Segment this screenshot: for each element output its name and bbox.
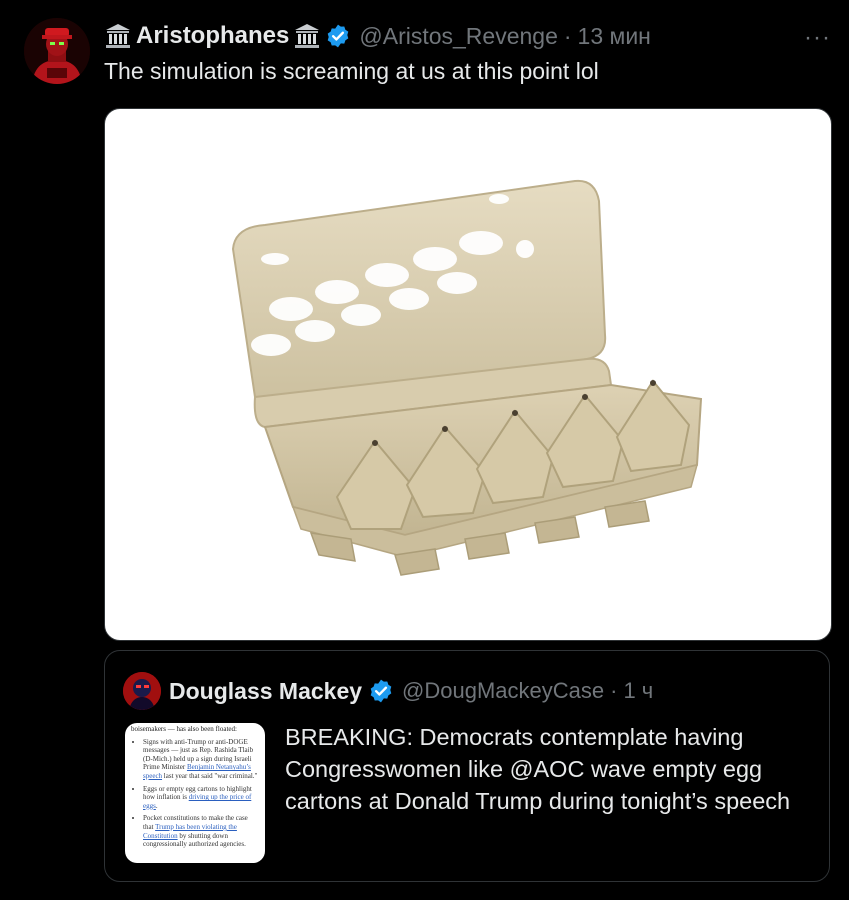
more-options-icon[interactable]: ··· (804, 24, 831, 52)
post-timestamp[interactable]: 13 мин (578, 23, 651, 50)
separator-dot: · (563, 22, 572, 49)
thumbnail-bullet: Pocket constitutions to make the case th… (143, 814, 259, 848)
quoted-post[interactable]: Douglass Mackey @DougMackeyCase · 1 ч bo… (104, 650, 830, 882)
thumbnail-bullet-list: Signs with anti-Trump or anti-DOGE messa… (125, 738, 265, 849)
author-avatar[interactable] (24, 18, 90, 84)
verified-badge-icon[interactable] (325, 23, 351, 49)
quoted-post-timestamp[interactable]: 1 ч (623, 678, 653, 704)
classical-building-icon (293, 22, 321, 50)
post-header: Aristophanes @Aristos_Revenge · 13 мин (104, 20, 651, 52)
quoted-author-name[interactable]: Douglass Mackey (169, 678, 362, 705)
thumbnail-top-line: boisemakers — has also been floated: (131, 725, 237, 733)
egg-carton-image (231, 179, 703, 576)
author-name[interactable]: Aristophanes (136, 22, 289, 50)
thumbnail-bullet: Signs with anti-Trump or anti-DOGE messa… (143, 738, 259, 781)
quoted-post-text: BREAKING: Democrats contemplate having C… (285, 724, 791, 814)
quoted-author-handle[interactable]: @DougMackeyCase (402, 678, 604, 704)
quoted-post-thumbnail[interactable]: boisemakers — has also been floated: Sig… (125, 723, 265, 863)
post-text: The simulation is screaming at us at thi… (104, 58, 599, 84)
classical-building-icon (104, 22, 132, 50)
quoted-author-avatar[interactable] (123, 672, 161, 710)
quoted-post-header: Douglass Mackey @DougMackeyCase · 1 ч (123, 672, 653, 710)
author-handle[interactable]: @Aristos_Revenge (359, 23, 558, 50)
verified-badge-icon[interactable] (368, 678, 394, 704)
thumbnail-bullet: Eggs or empty egg cartons to highlight h… (143, 785, 259, 811)
post-image[interactable] (104, 108, 832, 641)
separator-dot: · (610, 678, 618, 703)
